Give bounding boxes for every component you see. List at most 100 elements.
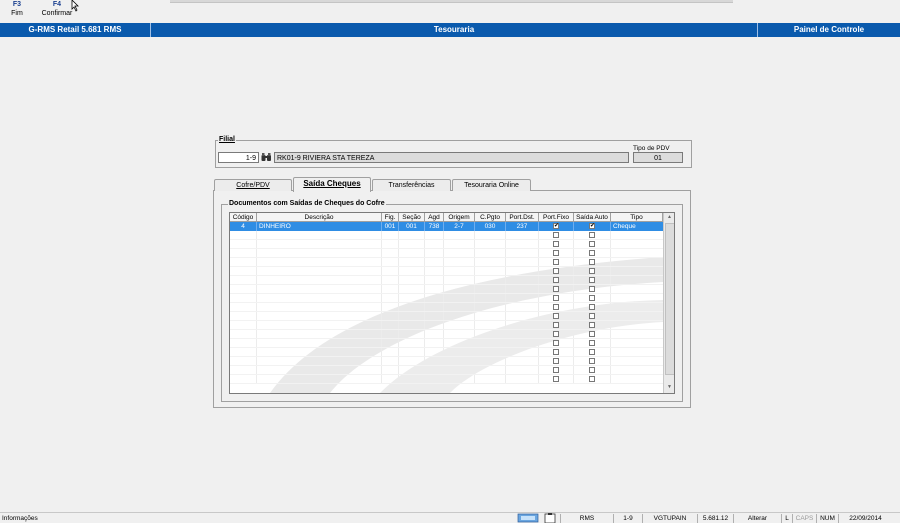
- portfixo-checkbox[interactable]: [553, 250, 559, 256]
- table-row[interactable]: [230, 240, 663, 249]
- table-row[interactable]: [230, 348, 663, 357]
- cell-origem: 2-7: [444, 222, 475, 231]
- tab-tesouraria-online[interactable]: Tesouraria Online: [452, 179, 531, 191]
- tipo-pdv-field: 01: [633, 152, 683, 163]
- filial-code-input[interactable]: 1-9: [218, 152, 259, 163]
- saidaauto-checkbox[interactable]: [589, 259, 595, 265]
- portfixo-checkbox[interactable]: [553, 232, 559, 238]
- painel-de-controle-link[interactable]: Painel de Controle: [758, 23, 900, 37]
- portfixo-checkbox[interactable]: [553, 358, 559, 364]
- saidaauto-checkbox[interactable]: [589, 331, 595, 337]
- col-header-portfixo[interactable]: Port.Fixo: [539, 213, 574, 222]
- tab-transferencias-label: Transferências: [388, 182, 435, 189]
- tab-saida-cheques[interactable]: Saída Cheques: [293, 177, 371, 192]
- col-header-agd[interactable]: Agd: [425, 213, 444, 222]
- mouse-cursor-icon: [71, 0, 79, 12]
- saidaauto-checkbox[interactable]: [589, 304, 595, 310]
- table-row[interactable]: [230, 366, 663, 375]
- cell-agd: 738: [425, 222, 444, 231]
- saidaauto-checkbox[interactable]: [589, 268, 595, 274]
- table-row[interactable]: [230, 321, 663, 330]
- scroll-down-arrow-icon[interactable]: ▼: [667, 385, 672, 390]
- scroll-thumb[interactable]: [665, 223, 674, 375]
- table-row[interactable]: [230, 339, 663, 348]
- col-header-secao[interactable]: Seção: [399, 213, 425, 222]
- status-bar: Informações RMS 1-9 VGTUPAIN 5.681.12 Al…: [0, 512, 900, 523]
- portfixo-checkbox[interactable]: [553, 259, 559, 265]
- portfixo-checkbox[interactable]: [553, 340, 559, 346]
- cell-saidaauto: ✔: [574, 222, 611, 231]
- portfixo-checkbox[interactable]: [553, 304, 559, 310]
- portfixo-checkbox[interactable]: [553, 313, 559, 319]
- module-title: Tesouraria: [433, 25, 475, 34]
- table-row[interactable]: [230, 375, 663, 384]
- col-header-portdst[interactable]: Port.Dst.: [506, 213, 539, 222]
- tab-transferencias[interactable]: Transferências: [372, 179, 451, 191]
- saidaauto-checkbox[interactable]: ✔: [589, 223, 595, 229]
- table-row[interactable]: [230, 357, 663, 366]
- grid-vertical-scrollbar[interactable]: ▲ ▼: [663, 213, 674, 393]
- cell-cpgto: 030: [475, 222, 506, 231]
- table-row[interactable]: [230, 303, 663, 312]
- saidaauto-checkbox[interactable]: [589, 277, 595, 283]
- cell-portfixo: ✔: [539, 222, 574, 231]
- documents-grid[interactable]: Código Descrição Fig. Seção Agd Origem C…: [229, 212, 675, 394]
- saidaauto-checkbox[interactable]: [589, 358, 595, 364]
- saidaauto-checkbox[interactable]: [589, 232, 595, 238]
- table-row[interactable]: [230, 330, 663, 339]
- portfixo-checkbox[interactable]: [553, 322, 559, 328]
- table-row[interactable]: [230, 267, 663, 276]
- binoculars-search-icon[interactable]: [261, 152, 272, 163]
- fim-label: Fim: [11, 10, 23, 17]
- portfixo-checkbox[interactable]: [553, 349, 559, 355]
- table-row[interactable]: [230, 312, 663, 321]
- saidaauto-checkbox[interactable]: [589, 286, 595, 292]
- saidaauto-checkbox[interactable]: [589, 340, 595, 346]
- table-row[interactable]: 4 DINHEIRO 001 001 738 2-7 030 237 ✔ ✔ C…: [230, 222, 663, 231]
- saidaauto-checkbox[interactable]: [589, 241, 595, 247]
- table-row[interactable]: [230, 294, 663, 303]
- portfixo-checkbox[interactable]: [553, 331, 559, 337]
- table-row[interactable]: [230, 249, 663, 258]
- col-header-cpgto[interactable]: C.Pgto: [475, 213, 506, 222]
- table-row[interactable]: [230, 276, 663, 285]
- saidaauto-checkbox[interactable]: [589, 376, 595, 382]
- filial-name-field: RK01-9 RIVIERA STA TEREZA: [274, 152, 629, 163]
- saidaauto-checkbox[interactable]: [589, 250, 595, 256]
- table-row[interactable]: [230, 285, 663, 294]
- portfixo-checkbox[interactable]: [553, 295, 559, 301]
- portfixo-checkbox[interactable]: [553, 376, 559, 382]
- saidaauto-checkbox[interactable]: [589, 313, 595, 319]
- scroll-up-arrow-icon[interactable]: ▲: [667, 215, 672, 220]
- portfixo-checkbox[interactable]: [553, 286, 559, 292]
- grid-line: [230, 383, 663, 384]
- cell-codigo: 4: [230, 222, 257, 231]
- fim-button[interactable]: F3 Fim: [0, 0, 34, 20]
- cell-fig: 001: [382, 222, 399, 231]
- portfixo-checkbox[interactable]: [553, 268, 559, 274]
- col-header-fig[interactable]: Fig.: [382, 213, 399, 222]
- fim-key: F3: [12, 1, 22, 8]
- portfixo-checkbox[interactable]: [553, 241, 559, 247]
- saidaauto-checkbox[interactable]: [589, 367, 595, 373]
- portfixo-checkbox[interactable]: ✔: [553, 223, 559, 229]
- tab-saida-cheques-label: Saída Cheques: [303, 179, 361, 188]
- portfixo-checkbox[interactable]: [553, 367, 559, 373]
- saidaauto-checkbox[interactable]: [589, 295, 595, 301]
- col-header-origem[interactable]: Origem: [444, 213, 475, 222]
- tab-cofre-pdv[interactable]: Cofre/PDV: [214, 179, 292, 191]
- cell-tipo: Cheque: [613, 223, 636, 230]
- saidaauto-checkbox[interactable]: [589, 322, 595, 328]
- col-header-codigo[interactable]: Código: [230, 213, 257, 222]
- cell-descricao: DINHEIRO: [257, 222, 382, 231]
- cell-secao: 001: [399, 222, 425, 231]
- table-row[interactable]: [230, 231, 663, 240]
- table-row[interactable]: [230, 258, 663, 267]
- col-header-tipo[interactable]: Tipo: [611, 213, 663, 222]
- app-title: G-RMS Retail 5.681 RMS: [28, 25, 122, 34]
- col-header-saidaauto[interactable]: Saída Auto: [574, 213, 611, 222]
- cell-portdst: 237: [506, 222, 539, 231]
- saidaauto-checkbox[interactable]: [589, 349, 595, 355]
- portfixo-checkbox[interactable]: [553, 277, 559, 283]
- col-header-descricao[interactable]: Descrição: [257, 213, 382, 222]
